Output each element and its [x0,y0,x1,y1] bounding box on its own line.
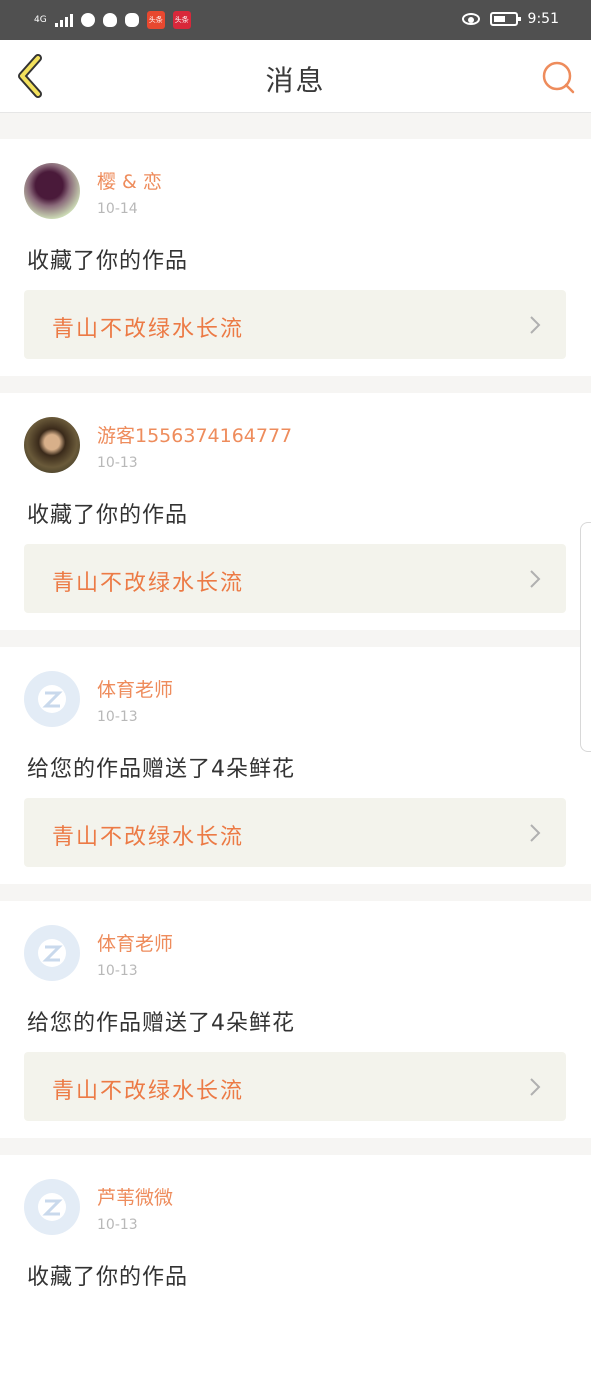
wechat-icon [124,13,139,27]
username[interactable]: 芦苇微微 [97,1183,173,1210]
message-date: 10-14 [97,201,138,217]
status-left-icons: 4G 头条 头条 [34,11,191,29]
toutiao-icon: 头条 [172,11,191,29]
work-title: 青山不改绿水长流 [52,825,245,850]
battery-icon [489,12,521,26]
work-title: 青山不改绿水长流 [52,1079,245,1104]
message-date: 10-13 [97,963,138,979]
message-card: 体育老师 10-13 给您的作品赠送了4朵鲜花 青山不改绿水长流 [0,901,591,1138]
app-notification-icon: 头条 [146,11,165,29]
avatar[interactable] [24,417,80,473]
status-right-icons: 9:51 [461,11,559,27]
clock: 9:51 [527,11,559,27]
message-card: 体育老师 10-13 给您的作品赠送了4朵鲜花 青山不改绿水长流 [0,647,591,884]
username[interactable]: 樱 & 恋 [97,167,162,194]
page-title: 消息 [265,64,326,97]
default-avatar-icon [38,939,66,967]
default-avatar-icon [38,1193,66,1221]
chevron-right-icon [530,316,541,334]
message-card: 樱 & 恋 10-14 收藏了你的作品 青山不改绿水长流 [0,139,591,376]
network-type: 4G [34,14,47,25]
chevron-right-icon [530,570,541,588]
eye-comfort-icon [461,13,480,25]
work-title: 青山不改绿水长流 [52,317,245,342]
message-card: 芦苇微微 10-13 收藏了你的作品 [0,1155,591,1392]
message-action: 收藏了你的作品 [27,249,189,274]
message-action: 给您的作品赠送了4朵鲜花 [27,757,295,782]
default-avatar-icon [38,685,66,713]
globe-icon [80,13,95,27]
message-list: 樱 & 恋 10-14 收藏了你的作品 青山不改绿水长流 游客155637416… [0,122,591,1392]
message-action: 收藏了你的作品 [27,503,189,528]
message-action: 收藏了你的作品 [27,1265,189,1290]
status-bar: 4G 头条 头条 9:51 [0,0,591,40]
chevron-right-icon [530,824,541,842]
avatar[interactable] [24,925,80,981]
message-date: 10-13 [97,1217,138,1233]
work-link[interactable]: 青山不改绿水长流 [24,544,566,613]
message-date: 10-13 [97,455,138,471]
chevron-right-icon [530,1078,541,1096]
message-action: 给您的作品赠送了4朵鲜花 [27,1011,295,1036]
search-button[interactable] [541,60,575,94]
avatar[interactable] [24,163,80,219]
avatar[interactable] [24,1179,80,1235]
message-card: 游客1556374164777 10-13 收藏了你的作品 青山不改绿水长流 [0,393,591,630]
work-title: 青山不改绿水长流 [52,571,245,596]
work-link[interactable]: 青山不改绿水长流 [24,798,566,867]
message-date: 10-13 [97,709,138,725]
qq-icon [102,13,117,27]
work-link[interactable]: 青山不改绿水长流 [24,290,566,359]
nav-bar: 消息 [0,40,591,113]
work-link[interactable]: 青山不改绿水长流 [24,1052,566,1121]
username[interactable]: 体育老师 [97,929,173,956]
signal-icon [54,13,73,27]
scroll-handle[interactable] [580,522,591,752]
search-icon [542,61,575,94]
avatar[interactable] [24,671,80,727]
username[interactable]: 游客1556374164777 [97,421,292,448]
username[interactable]: 体育老师 [97,675,173,702]
